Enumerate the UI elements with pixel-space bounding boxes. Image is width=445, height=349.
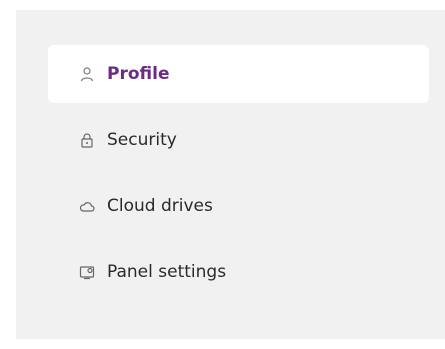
panel-settings-icon [79, 264, 95, 280]
lock-icon [79, 132, 95, 148]
sidebar-item-cloud-drives[interactable]: Cloud drives [48, 177, 429, 235]
user-icon [79, 66, 95, 82]
sidebar-item-security[interactable]: Security [48, 111, 429, 169]
sidebar-item-label: Security [107, 130, 177, 150]
sidebar-item-profile[interactable]: Profile [48, 45, 429, 103]
cloud-icon [79, 198, 95, 214]
settings-sidebar: Profile Security Cloud drives Panel sett… [16, 10, 445, 339]
sidebar-item-label: Panel settings [107, 262, 227, 282]
sidebar-item-label: Profile [107, 64, 170, 84]
settings-nav: Profile Security Cloud drives Panel sett… [48, 45, 429, 309]
sidebar-item-panel-settings[interactable]: Panel settings [48, 243, 429, 301]
sidebar-item-label: Cloud drives [107, 196, 213, 216]
